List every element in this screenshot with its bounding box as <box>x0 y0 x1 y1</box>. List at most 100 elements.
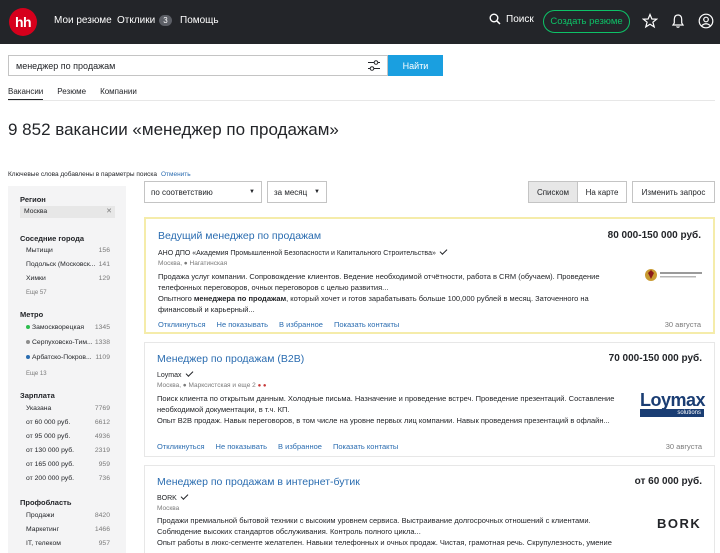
change-query-button[interactable]: Изменить запрос <box>632 181 715 203</box>
header-search-button[interactable]: Поиск <box>489 13 534 25</box>
respond-button[interactable]: Откликнуться <box>157 442 205 451</box>
vacancy-card: Менеджер по продажам (B2B) 70 000-150 00… <box>144 342 715 457</box>
hh-logo[interactable]: hh <box>9 8 37 36</box>
filter-profarea-item[interactable]: IT, телеком 957 <box>26 540 110 547</box>
sort-order-select[interactable]: по соответствию ▼ <box>144 181 262 203</box>
advanced-filter-icon[interactable] <box>367 59 381 72</box>
create-resume-button[interactable]: Создать резюме <box>543 10 630 33</box>
filter-salary-item[interactable]: от 200 000 руб. 736 <box>26 475 110 482</box>
city-label: Мытищи <box>26 247 53 254</box>
highlight-keyword: менеджера по продажам <box>193 294 287 303</box>
bell-notifications-icon[interactable] <box>670 13 686 29</box>
salary-count: 736 <box>98 475 110 482</box>
metro-count: 1345 <box>94 324 110 331</box>
metro-count: 1338 <box>94 339 110 346</box>
company-name-link[interactable]: АНО ДПО «Академия Промышленной Безопасно… <box>158 247 448 257</box>
metro-more-link[interactable]: Еще 13 <box>26 371 47 377</box>
loymax-logo: Loymax solutions <box>640 391 706 417</box>
show-contacts-button[interactable]: Показать контакты <box>333 442 398 451</box>
vacancy-salary: от 60 000 руб. <box>634 476 702 487</box>
tab-resumes[interactable]: Резюме <box>57 87 86 101</box>
period-value: за месяц <box>274 187 308 197</box>
company-name-link[interactable]: BORK <box>157 492 189 502</box>
cities-more-link[interactable]: Еще 57 <box>26 290 47 296</box>
filter-city-item[interactable]: Подольск (Московск... 141 <box>26 261 110 268</box>
profarea-label: Маркетинг <box>26 526 60 533</box>
nav-my-resumes[interactable]: Мои резюме <box>54 15 112 26</box>
vacancy-actions: Откликнуться Не показывать В избранное П… <box>158 320 410 329</box>
salary-count: 2319 <box>94 447 110 454</box>
tab-vacancies[interactable]: Вакансии <box>8 87 44 101</box>
period-select[interactable]: за месяц ▼ <box>267 181 327 203</box>
verified-check-icon <box>185 369 193 377</box>
salary-count: 959 <box>98 461 110 468</box>
salary-label: от 95 000 руб. <box>26 433 71 440</box>
company-name: АНО ДПО «Академия Промышленной Безопасно… <box>158 250 436 257</box>
salary-label: от 130 000 руб. <box>26 447 75 454</box>
profarea-count: 957 <box>98 540 110 547</box>
salary-count: 6612 <box>94 419 110 426</box>
filter-salary-item[interactable]: от 130 000 руб. 2319 <box>26 447 110 454</box>
hide-vacancy-button[interactable]: Не показывать <box>216 442 268 451</box>
view-map-button[interactable]: На карте <box>577 181 627 203</box>
vacancy-card: Ведущий менеджер по продажам 80 000-150 … <box>144 217 715 334</box>
filter-city-item[interactable]: Мытищи 156 <box>26 247 110 254</box>
view-list-button[interactable]: Списком <box>528 181 578 203</box>
vacancy-title-link[interactable]: Менеджер по продажам в интернет-бутик <box>157 476 360 488</box>
salary-label: от 60 000 руб. <box>26 419 71 426</box>
close-icon[interactable]: ✕ <box>106 207 112 215</box>
loymax-logo-sub: solutions <box>640 409 704 417</box>
respond-button[interactable]: Откликнуться <box>158 320 206 329</box>
profarea-heading: Профобласть <box>20 498 72 507</box>
keywords-note: Ключевые слова добавлены в параметры пои… <box>8 171 191 178</box>
profarea-count: 8420 <box>94 512 110 519</box>
user-profile-icon[interactable] <box>698 13 714 29</box>
rating-dots: ● ● <box>257 383 267 389</box>
filter-salary-item[interactable]: от 60 000 руб. 6612 <box>26 419 110 426</box>
filter-metro-item[interactable]: Замоскворецкая 1345 <box>26 324 110 331</box>
show-contacts-button[interactable]: Показать контакты <box>334 320 399 329</box>
filter-salary-item[interactable]: от 165 000 руб. 959 <box>26 461 110 468</box>
nav-help[interactable]: Помощь <box>180 15 219 26</box>
star-favorites-icon[interactable] <box>642 13 658 29</box>
filter-profarea-item[interactable]: Продажи 8420 <box>26 512 110 519</box>
filter-profarea-item[interactable]: Маркетинг 1466 <box>26 526 110 533</box>
metro-heading: Метро <box>20 310 44 319</box>
filter-metro-item[interactable]: Серпуховско-Тим... 1338 <box>26 339 110 346</box>
filter-metro-item[interactable]: Арбатско-Покров... 1109 <box>26 354 110 361</box>
tab-companies[interactable]: Компании <box>100 87 137 101</box>
verified-check-icon <box>180 492 189 500</box>
vacancy-responsibilities: Продажи премиальной бытовой техники с вы… <box>157 516 591 536</box>
salary-label: Указана <box>26 405 52 412</box>
nav-responses[interactable]: Отклики 3 <box>117 15 172 26</box>
salary-label: от 165 000 руб. <box>26 461 75 468</box>
vacancy-search-input[interactable] <box>9 56 349 75</box>
vacancy-date: 30 августа <box>665 442 702 451</box>
filter-salary-item[interactable]: от 95 000 руб. 4936 <box>26 433 110 440</box>
profarea-count: 1466 <box>94 526 110 533</box>
vacancy-title-link[interactable]: Менеджер по продажам (B2B) <box>157 353 304 365</box>
find-button[interactable]: Найти <box>388 55 443 76</box>
salary-label: от 200 000 руб. <box>26 475 75 482</box>
hide-vacancy-button[interactable]: Не показывать <box>217 320 269 329</box>
search-icon <box>489 13 501 25</box>
metro-label: Арбатско-Покров... <box>26 354 92 361</box>
vacancy-requirements: Опытного менеджера по продажам, который … <box>158 294 589 314</box>
vacancy-requirements: Опыт B2B продаж. Навык переговоров, в то… <box>157 416 610 425</box>
filter-salary-item[interactable]: Указана 7769 <box>26 405 110 412</box>
header-search-label: Поиск <box>506 13 534 25</box>
region-chip[interactable]: Москва ✕ <box>20 206 115 218</box>
keywords-note-text: Ключевые слова добавлены в параметры пои… <box>8 171 157 178</box>
keywords-cancel-link[interactable]: Отменить <box>161 171 191 178</box>
vacancy-title-link[interactable]: Ведущий менеджер по продажам <box>158 230 321 242</box>
add-favorite-button[interactable]: В избранное <box>279 320 323 329</box>
cities-heading: Соседние города <box>20 234 84 243</box>
filter-city-item[interactable]: Химки 129 <box>26 275 110 282</box>
tabs-divider <box>8 100 715 101</box>
company-name-link[interactable]: Loymax <box>157 369 193 379</box>
nav-responses-label: Отклики <box>117 15 156 26</box>
vacancy-responsibilities: Продажа услуг компании. Сопровождение кл… <box>158 272 600 292</box>
add-favorite-button[interactable]: В избранное <box>278 442 322 451</box>
company-name: BORK <box>157 495 177 502</box>
search-type-tabs: Вакансии Резюме Компании <box>8 87 151 101</box>
